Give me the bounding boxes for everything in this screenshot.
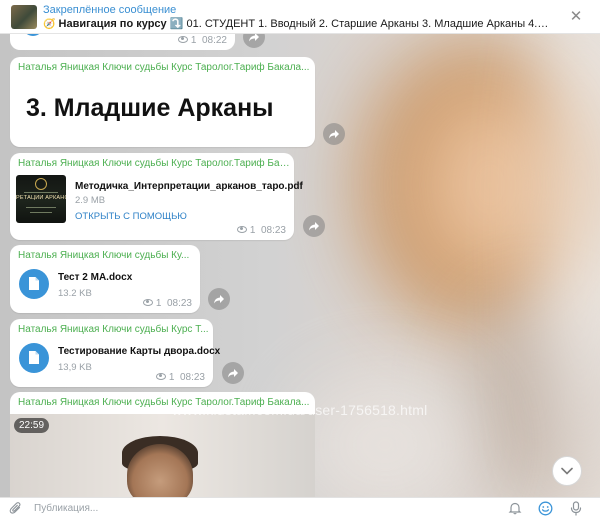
sender-name[interactable]: Наталья Яницкая Ключи судьбы Курс Тароло…: [18, 158, 290, 169]
message-bubble[interactable]: Наталья Яницкая Ключи судьбы Курс Т... Т…: [10, 319, 220, 387]
pinned-message-bar[interactable]: Закреплённое сообщение 🧭 Навигация по ку…: [0, 0, 600, 34]
share-button[interactable]: [303, 215, 325, 237]
file-size: 13.2 KB: [58, 288, 92, 299]
watermark: www.kidstaff.com.ua/user-1756518.html: [172, 402, 428, 418]
sender-name[interactable]: Наталья Яницкая Ключи судьбы Курс Т...: [18, 324, 209, 335]
eye-icon: [236, 225, 247, 233]
file-name[interactable]: Методичка_Интерпретации_арканов_таро.pdf: [75, 181, 303, 192]
chevron-down-icon: [561, 467, 573, 475]
composer-bar: [0, 497, 600, 518]
pinned-thumbnail: [11, 5, 37, 29]
paperclip-icon[interactable]: [9, 501, 23, 515]
close-icon[interactable]: ✕: [567, 8, 585, 26]
thumbnail-caption: РЕТАЦИИ АРКАНОВ: [16, 195, 66, 201]
emoji-icon[interactable]: [538, 501, 553, 516]
file-name[interactable]: Тест 2 МА.docx: [58, 272, 132, 283]
eye-icon: [155, 372, 166, 380]
video-duration: 22:59: [14, 418, 50, 433]
share-button[interactable]: [222, 362, 244, 384]
pinned-content: 01. СТУДЕНТ 1. Вводный 2. Старшие Арканы…: [186, 18, 551, 30]
pinned-title: Закреплённое сообщение: [43, 4, 177, 16]
share-button[interactable]: [323, 123, 345, 145]
message-bubble[interactable]: Наталья Яницкая Ключи судьбы Ку... Тест …: [10, 245, 200, 313]
message-input[interactable]: [34, 500, 474, 516]
eye-icon: [142, 298, 153, 306]
file-name[interactable]: Тестирование Карты двора.docx: [58, 346, 220, 357]
message-meta: 1 08:23: [155, 372, 205, 383]
arrow-icon: ⤵️: [169, 18, 184, 30]
video-preview[interactable]: 22:59: [10, 414, 315, 497]
microphone-icon[interactable]: [570, 501, 582, 516]
file-size: 13,9 KB: [58, 362, 92, 373]
share-button[interactable]: [208, 288, 230, 310]
scroll-down-button[interactable]: [552, 456, 582, 486]
message-meta: 1 08:22: [177, 35, 227, 46]
bell-icon[interactable]: [508, 501, 522, 515]
message-title: 3. Младшие Арканы: [26, 94, 274, 122]
eye-icon: [177, 35, 188, 43]
file-icon[interactable]: [19, 269, 49, 299]
message-bubble[interactable]: Наталья Яницкая Ключи судьбы Курс Тароло…: [10, 57, 315, 147]
message-meta: 1 08:23: [142, 298, 192, 309]
pdf-thumbnail[interactable]: РЕТАЦИИ АРКАНОВ: [16, 175, 66, 223]
file-icon[interactable]: [19, 343, 49, 373]
pinned-bold-text: Навигация по курсу: [58, 18, 167, 30]
open-with-link[interactable]: ОТКРЫТЬ С ПОМОЩЬЮ: [75, 211, 187, 222]
compass-icon: 🧭: [43, 19, 56, 30]
sender-name[interactable]: Наталья Яницкая Ключи судьбы Ку...: [18, 250, 196, 261]
pinned-text: 🧭 Навигация по курсу ⤵️ 01. СТУДЕНТ 1. В…: [43, 17, 551, 30]
message-bubble[interactable]: Наталья Яницкая Ключи судьбы Курс Тароло…: [10, 153, 303, 240]
sender-name[interactable]: Наталья Яницкая Ключи судьбы Курс Тароло…: [18, 62, 310, 73]
message-meta: 1 08:23: [236, 225, 286, 236]
file-size: 2.9 MB: [75, 195, 106, 206]
